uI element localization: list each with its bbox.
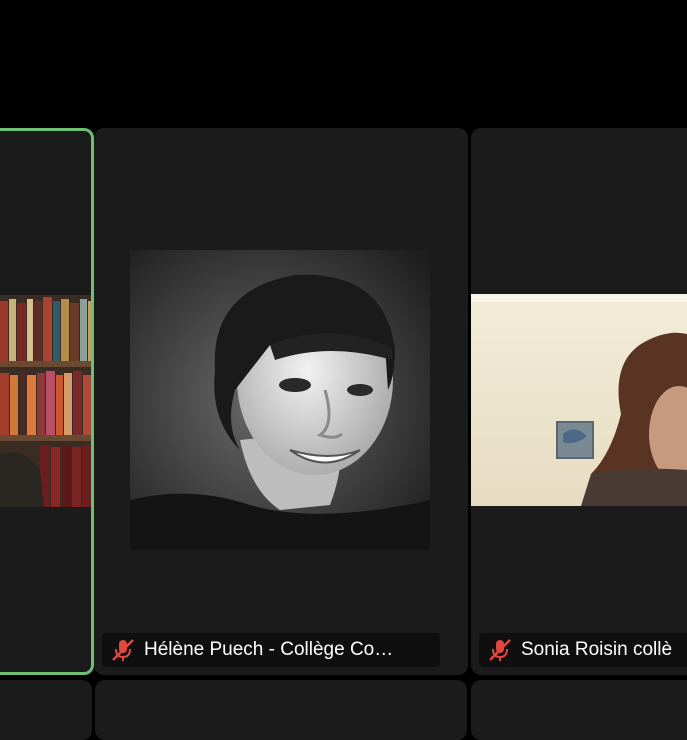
participant-2-name-tag: Hélène Puech - Collège Co…: [102, 633, 440, 667]
participant-tile-5[interactable]: [95, 680, 467, 740]
participant-tile-4[interactable]: [0, 680, 92, 740]
participant-3-name: Sonia Roisin collè: [521, 639, 673, 660]
participant-tile-3[interactable]: Sonia Roisin collè: [471, 128, 687, 675]
participant-2-photo: [130, 250, 430, 550]
webcam-image: [471, 294, 687, 506]
participant-tile-6[interactable]: [471, 680, 687, 740]
bookshelf-image: [0, 295, 91, 507]
mic-muted-icon[interactable]: [487, 637, 513, 663]
participant-2-name: Hélène Puech - Collège Co…: [144, 639, 394, 660]
participant-tile-2[interactable]: Hélène Puech - Collège Co…: [94, 128, 468, 675]
participant-1-video: [0, 295, 91, 507]
participant-tile-1[interactable]: [0, 128, 94, 675]
participant-3-video: [471, 294, 687, 506]
portrait-image: [130, 250, 430, 550]
mic-muted-icon[interactable]: [110, 637, 136, 663]
participant-3-name-tag: Sonia Roisin collè: [479, 633, 687, 667]
